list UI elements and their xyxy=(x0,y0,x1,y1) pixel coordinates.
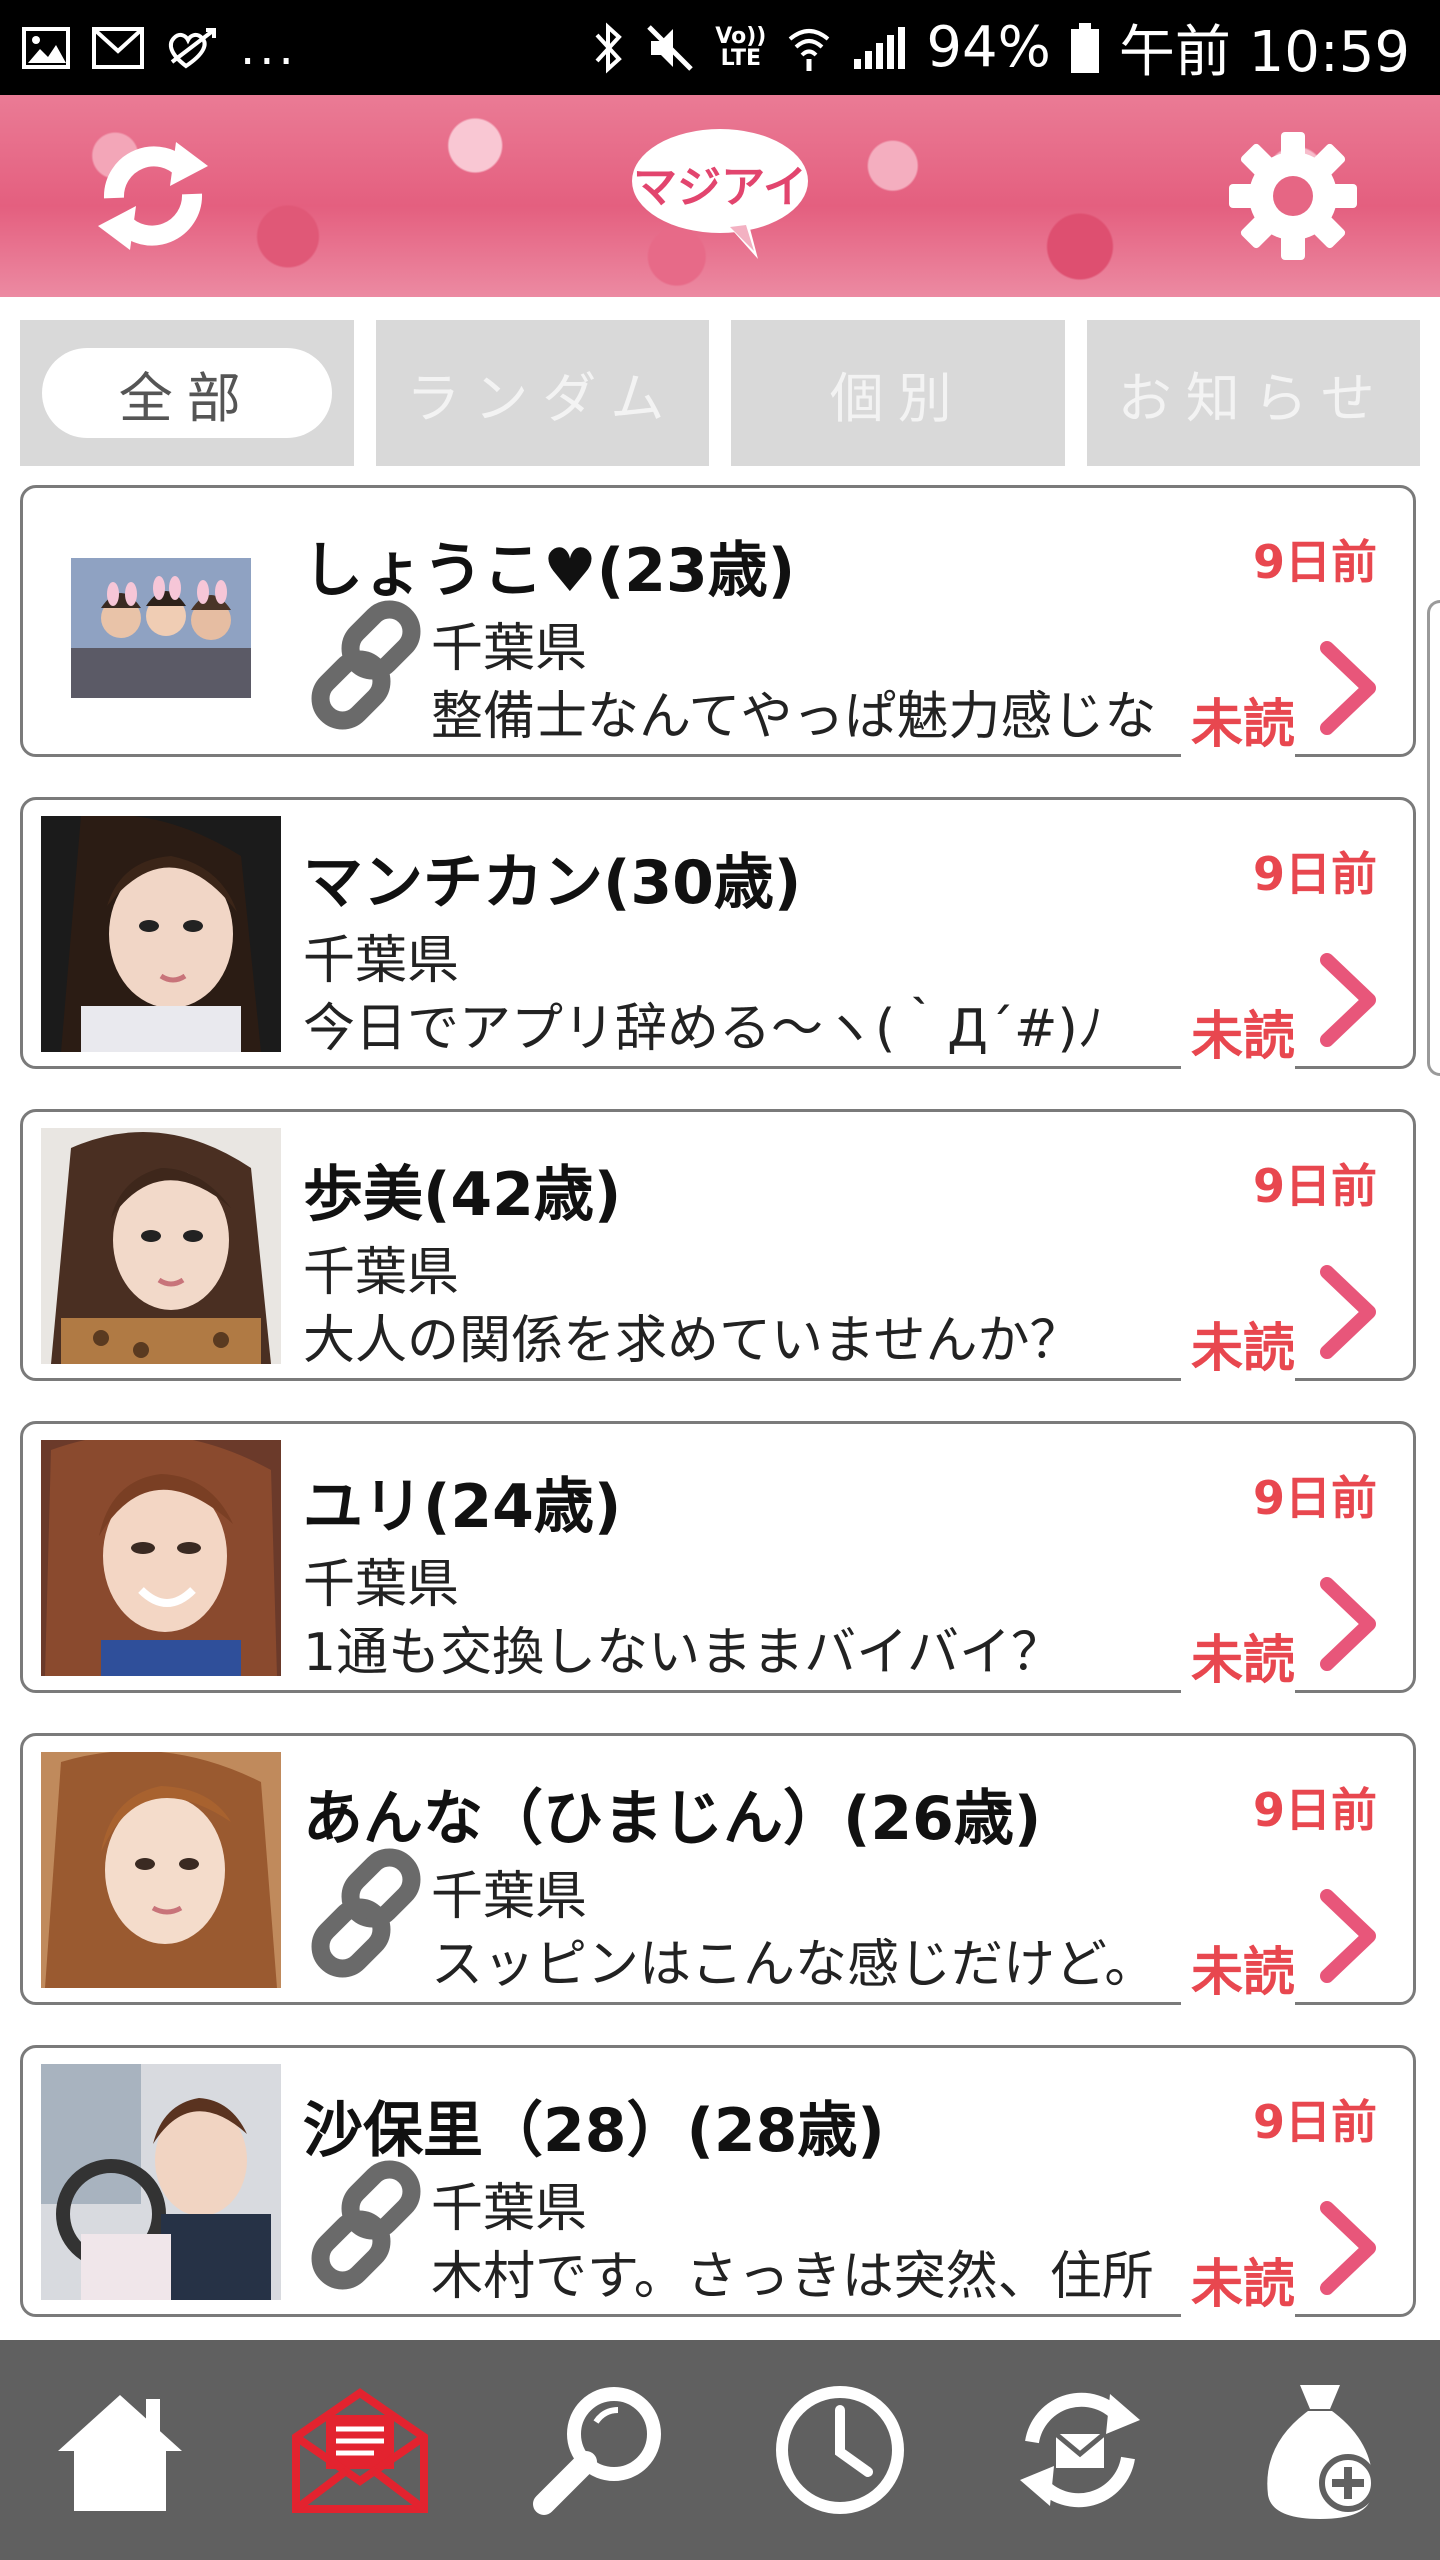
unread-badge: 未読 xyxy=(1180,1306,1295,1381)
prefecture: 千葉県 xyxy=(303,931,460,991)
image-icon xyxy=(22,26,70,69)
unread-badge: 未読 xyxy=(1180,682,1295,757)
bluetooth-icon xyxy=(593,21,625,75)
heart-arrow-icon xyxy=(166,26,218,70)
message-preview: 木村です。さっきは突然、住所 xyxy=(431,2247,1154,2307)
battery-percent: 94% xyxy=(926,15,1051,80)
status-bar: ... Vo)) LTE 94% 午前 10:59 xyxy=(0,0,1440,95)
user-name: あんな（ひまじん）(26歳) xyxy=(303,1784,1042,1854)
mail-icon xyxy=(292,2388,428,2513)
scroll-indicator[interactable] xyxy=(1427,600,1440,1076)
refresh-icon xyxy=(98,142,208,250)
user-name: 沙保里（28）(28歳) xyxy=(303,2096,885,2166)
message-card[interactable]: マンチカン(30歳) 千葉県 今日でアプリ辞める～ヽ(｀Д´#)ﾉ 9日前 未読 xyxy=(20,797,1416,1069)
link-icon xyxy=(311,2160,421,2290)
unread-badge: 未読 xyxy=(1180,1618,1295,1693)
prefecture: 千葉県 xyxy=(431,2179,588,2239)
nav-search-button[interactable] xyxy=(520,2370,680,2530)
message-preview: 今日でアプリ辞める～ヽ(｀Д´#)ﾉ xyxy=(303,999,1104,1059)
search-icon xyxy=(533,2387,661,2515)
user-name: ユリ(24歳) xyxy=(303,1472,622,1542)
message-preview: スッピンはこんな感じだけど。 xyxy=(431,1935,1157,1995)
notification-overflow: ... xyxy=(240,19,298,76)
lte-label: LTE xyxy=(720,45,762,71)
unread-badge: 未読 xyxy=(1180,1930,1295,2005)
message-time: 9日前 xyxy=(1252,1471,1377,1525)
tab-random[interactable]: ランダム xyxy=(375,320,709,466)
message-card[interactable]: しょうこ♥(23歳) 千葉県 整備士なんてやっぱ魅力感じな 9日前 未読 xyxy=(20,485,1416,757)
chevron-right-icon xyxy=(1320,641,1376,735)
message-card[interactable]: ユリ(24歳) 千葉県 1通も交換しないままバイバイ？ 9日前 未読 xyxy=(20,1421,1416,1693)
nav-mail-button[interactable] xyxy=(280,2370,440,2530)
tab-individual[interactable]: 個別 xyxy=(731,320,1065,466)
link-icon xyxy=(311,600,421,730)
chevron-right-icon xyxy=(1320,2201,1376,2295)
chevron-right-icon xyxy=(1320,953,1376,1047)
avatar xyxy=(41,1128,281,1364)
refresh-button[interactable] xyxy=(78,121,228,271)
avatar xyxy=(41,1440,281,1676)
bottom-navigation xyxy=(0,2340,1440,2560)
volte-icon: Vo)) LTE xyxy=(715,23,767,71)
message-time: 9日前 xyxy=(1252,535,1377,589)
nav-points-button[interactable] xyxy=(1240,2370,1400,2530)
mute-icon xyxy=(645,23,695,73)
user-name: しょうこ♥(23歳) xyxy=(303,536,796,606)
message-time: 9日前 xyxy=(1252,1783,1377,1837)
refresh-mail-icon xyxy=(1020,2392,1140,2508)
tab-individual-label: 個別 xyxy=(829,366,966,430)
message-card[interactable]: 歩美(42歳) 千葉県 大人の関係を求めていませんか？ 9日前 未読 xyxy=(20,1109,1416,1381)
unread-badge: 未読 xyxy=(1180,2242,1295,2317)
settings-button[interactable] xyxy=(1218,121,1368,271)
app-logo: マジアイ xyxy=(630,123,810,263)
message-preview: 整備士なんてやっぱ魅力感じな xyxy=(431,687,1157,747)
chevron-right-icon xyxy=(1320,1889,1376,1983)
chevron-right-icon xyxy=(1320,1577,1376,1671)
battery-icon xyxy=(1070,22,1099,73)
avatar xyxy=(41,1752,281,1988)
avatar xyxy=(71,558,251,698)
volte-label: Vo)) xyxy=(715,23,767,49)
message-card[interactable]: 沙保里（28）(28歳) 千葉県 木村です。さっきは突然、住所 9日前 未読 xyxy=(20,2045,1416,2317)
signal-icon xyxy=(852,25,906,71)
unread-badge: 未読 xyxy=(1180,994,1295,1069)
message-preview: 大人の関係を求めていませんか？ xyxy=(303,1311,1082,1371)
message-preview: 1通も交換しないままバイバイ？ xyxy=(303,1623,1064,1683)
message-time: 9日前 xyxy=(1252,2095,1377,2149)
tab-notices-label: お知らせ xyxy=(1117,366,1389,430)
logo-text: マジアイ xyxy=(633,162,807,213)
clock-icon xyxy=(776,2386,904,2514)
bag-add-icon xyxy=(1267,2385,1377,2519)
clock-time: 午前 10:59 xyxy=(1118,20,1410,85)
nav-home-button[interactable] xyxy=(40,2370,200,2530)
link-icon xyxy=(311,1848,421,1978)
user-name: 歩美(42歳) xyxy=(303,1160,622,1230)
tab-notices[interactable]: お知らせ xyxy=(1086,320,1420,466)
avatar xyxy=(41,2064,281,2300)
gmail-icon xyxy=(92,26,144,69)
tab-all[interactable]: 全部 xyxy=(20,320,354,466)
chevron-right-icon xyxy=(1320,1265,1376,1359)
message-time: 9日前 xyxy=(1252,1159,1377,1213)
wifi-icon xyxy=(786,23,832,73)
tab-all-label: 全部 xyxy=(41,348,332,438)
tab-random-label: ランダム xyxy=(406,366,679,430)
app-header: マジアイ xyxy=(0,95,1440,297)
home-icon xyxy=(58,2395,182,2511)
message-card[interactable]: あんな（ひまじん）(26歳) 千葉県 スッピンはこんな感じだけど。 9日前 未読 xyxy=(20,1733,1416,2005)
prefecture: 千葉県 xyxy=(431,1867,588,1927)
avatar xyxy=(41,816,281,1052)
message-time: 9日前 xyxy=(1252,847,1377,901)
prefecture: 千葉県 xyxy=(431,619,588,679)
gear-icon xyxy=(1229,132,1357,260)
prefecture: 千葉県 xyxy=(303,1555,460,1615)
filter-tabs: 全部 ランダム 個別 お知らせ xyxy=(20,320,1420,466)
nav-history-button[interactable] xyxy=(760,2370,920,2530)
prefecture: 千葉県 xyxy=(303,1243,460,1303)
nav-exchange-button[interactable] xyxy=(1000,2370,1160,2530)
user-name: マンチカン(30歳) xyxy=(303,848,802,918)
